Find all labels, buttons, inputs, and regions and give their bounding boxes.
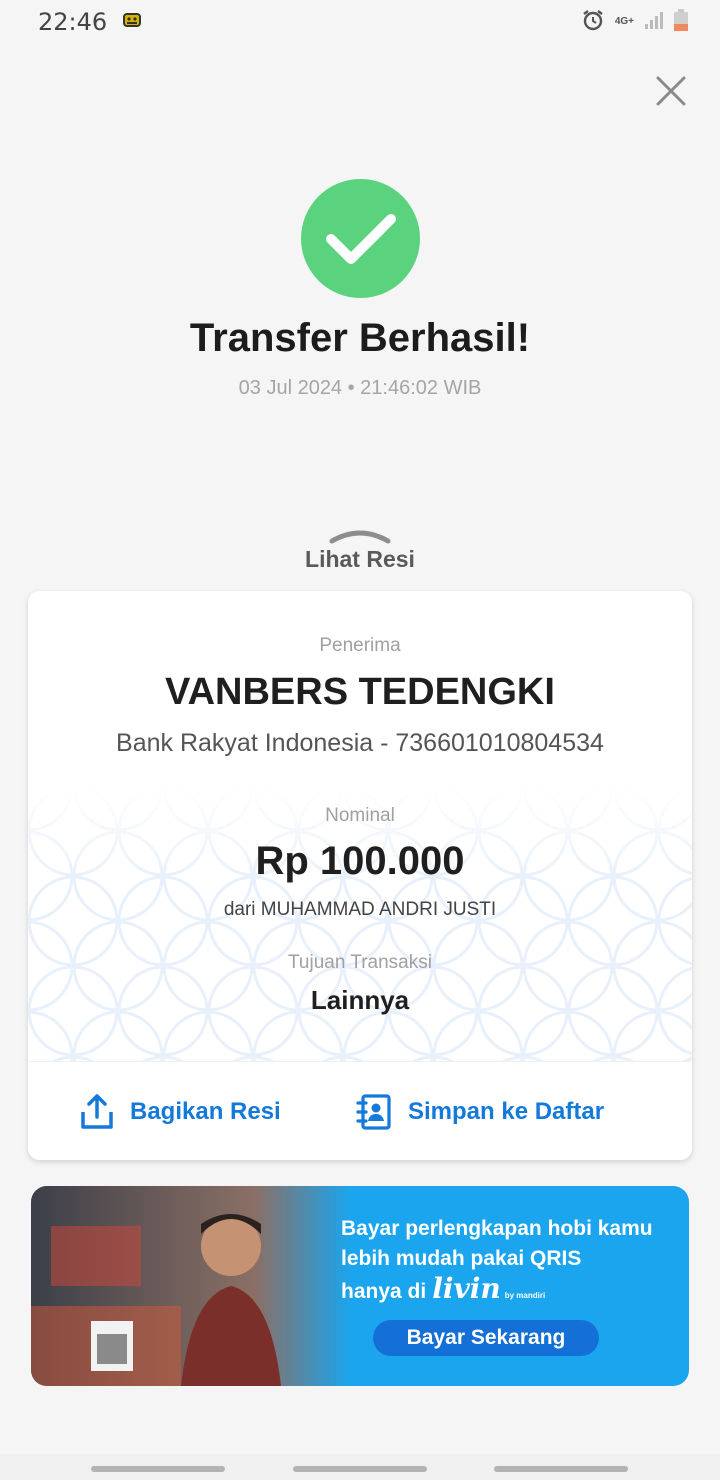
signal-icon — [644, 10, 664, 35]
nav-recents[interactable] — [91, 1466, 225, 1472]
brand-logo: livin — [432, 1272, 501, 1305]
chevron-up-icon — [329, 530, 391, 544]
sender-name: dari MUHAMMAD ANDRI JUSTI — [223, 899, 497, 920]
purpose-label: Tujuan Transaksi — [288, 952, 432, 973]
battery-icon — [674, 8, 688, 36]
close-icon — [656, 76, 686, 106]
system-nav-bar — [0, 1454, 720, 1480]
view-receipt-label: Lihat Resi — [305, 546, 415, 572]
transaction-datetime: 03 Jul 2024 • 21:46:02 WIB — [238, 377, 482, 399]
save-to-list-label: Simpan ke Daftar — [408, 1098, 605, 1125]
amount-value: Rp 100.000 — [255, 839, 465, 883]
receipt-card: Penerima VANBERS TEDENGKI Bank Rakyat In… — [28, 591, 692, 1160]
view-receipt-toggle[interactable]: Lihat Resi — [260, 528, 460, 578]
promo-line-3: hanya di — [341, 1280, 427, 1303]
close-button[interactable] — [652, 72, 690, 110]
share-receipt-button[interactable]: Bagikan Resi — [80, 1092, 281, 1132]
recipient-label: Penerima — [319, 635, 401, 656]
status-bar: 22:46 4G+ — [0, 0, 720, 44]
recipient-bank-account: Bank Rakyat Indonesia - 736601010804534 — [116, 729, 604, 757]
promo-banner[interactable]: Bayar perlengkapan hobi kamu lebih mudah… — [31, 1186, 689, 1386]
alarm-icon — [581, 8, 605, 37]
pay-now-button[interactable]: Bayar Sekarang — [373, 1320, 599, 1356]
purpose-value: Lainnya — [310, 985, 410, 1015]
promo-line-2: lebih mudah pakai QRIS — [341, 1247, 582, 1270]
contact-book-icon — [356, 1094, 391, 1130]
notification-icon — [121, 10, 145, 35]
status-time: 22:46 — [38, 8, 108, 36]
nav-back[interactable] — [494, 1466, 628, 1472]
check-icon — [325, 213, 396, 264]
receipt-actions: Bagikan Resi Simpan ke Daftar — [28, 1062, 692, 1160]
page-title: Transfer Berhasil! — [189, 316, 531, 360]
promo-text: Bayar perlengkapan hobi kamu lebih mudah… — [341, 1214, 686, 1311]
promo-line-1: Bayar perlengkapan hobi kamu — [341, 1217, 653, 1240]
amount-label: Nominal — [325, 805, 395, 826]
save-to-list-button[interactable]: Simpan ke Daftar — [356, 1092, 604, 1132]
promo-photo — [31, 1186, 351, 1386]
recipient-name: VANBERS TEDENGKI — [165, 671, 555, 713]
background-pattern — [28, 786, 692, 1061]
share-icon — [81, 1094, 113, 1129]
network-type: 4G+ — [614, 16, 634, 27]
nav-home[interactable] — [293, 1466, 427, 1472]
share-receipt-label: Bagikan Resi — [130, 1098, 281, 1125]
success-check-badge — [301, 179, 420, 298]
brand-sub: by mandiri — [504, 1291, 546, 1300]
person-photo-icon — [31, 1214, 281, 1386]
